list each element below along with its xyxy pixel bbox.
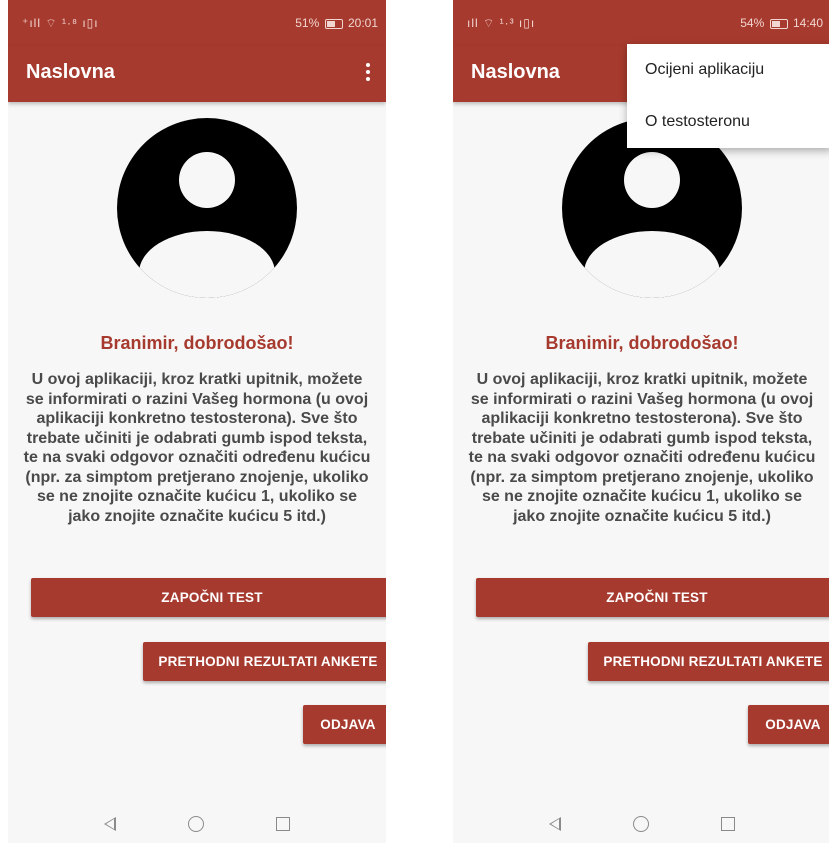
battery-icon — [324, 18, 343, 29]
page-title: Naslovna — [26, 61, 115, 83]
intro-text: U ovoj aplikaciji, kroz kratki upitnik, … — [468, 371, 816, 525]
screen-main: ⁺ıll ⌔ ¹·⁸ ı▯ı 51% 20:01 Naslovna Branim… — [8, 0, 386, 843]
recents-icon[interactable] — [276, 817, 290, 831]
overflow-menu: Ocijeni aplikaciju O testosteronu — [627, 44, 829, 148]
battery-percent: 54% — [740, 16, 765, 30]
start-test-button[interactable]: ZAPOČNI TEST — [31, 578, 386, 617]
app-bar: Naslovna — [8, 46, 386, 102]
home-icon[interactable] — [188, 816, 204, 832]
system-nav-bar — [8, 805, 386, 843]
screen-main-menu-open: ıll ⌔ ¹·³ ı▯ı 54% 14:40 Naslovna Branimi… — [453, 0, 829, 843]
more-vert-icon[interactable] — [360, 60, 376, 88]
signal-indicator: ⁺ıll ⌔ ¹·⁸ ı▯ı — [22, 16, 99, 30]
battery-icon — [769, 18, 788, 29]
account-circle-icon — [117, 118, 297, 298]
logout-button[interactable]: ODJAVA — [748, 705, 829, 744]
status-bar: ıll ⌔ ¹·³ ı▯ı 54% 14:40 — [453, 0, 829, 46]
greeting-heading: Branimir, dobrodošao! — [545, 333, 739, 353]
back-icon[interactable] — [104, 817, 116, 831]
page-title: Naslovna — [471, 61, 560, 83]
recents-icon[interactable] — [721, 817, 735, 831]
status-bar: ⁺ıll ⌔ ¹·⁸ ı▯ı 51% 20:01 — [8, 0, 386, 46]
system-nav-bar — [453, 805, 829, 843]
previous-results-button[interactable]: PRETHODNI REZULTATI ANKETE — [588, 642, 829, 681]
menu-item-about-testosterone[interactable]: O testosteronu — [627, 96, 829, 148]
menu-item-rate-app[interactable]: Ocijeni aplikaciju — [627, 44, 829, 96]
clock: 20:01 — [347, 16, 378, 30]
intro-text: U ovoj aplikaciji, kroz kratki upitnik, … — [23, 371, 371, 525]
battery-time: 54% 14:40 — [740, 16, 823, 30]
signal-indicator: ıll ⌔ ¹·³ ı▯ı — [467, 16, 536, 30]
previous-results-button[interactable]: PRETHODNI REZULTATI ANKETE — [143, 642, 386, 681]
battery-time: 51% 20:01 — [295, 16, 378, 30]
battery-percent: 51% — [295, 16, 320, 30]
start-test-button[interactable]: ZAPOČNI TEST — [476, 578, 829, 617]
greeting-heading: Branimir, dobrodošao! — [100, 333, 294, 353]
home-icon[interactable] — [633, 816, 649, 832]
logout-button[interactable]: ODJAVA — [303, 705, 386, 744]
back-icon[interactable] — [549, 817, 561, 831]
clock: 14:40 — [792, 16, 823, 30]
